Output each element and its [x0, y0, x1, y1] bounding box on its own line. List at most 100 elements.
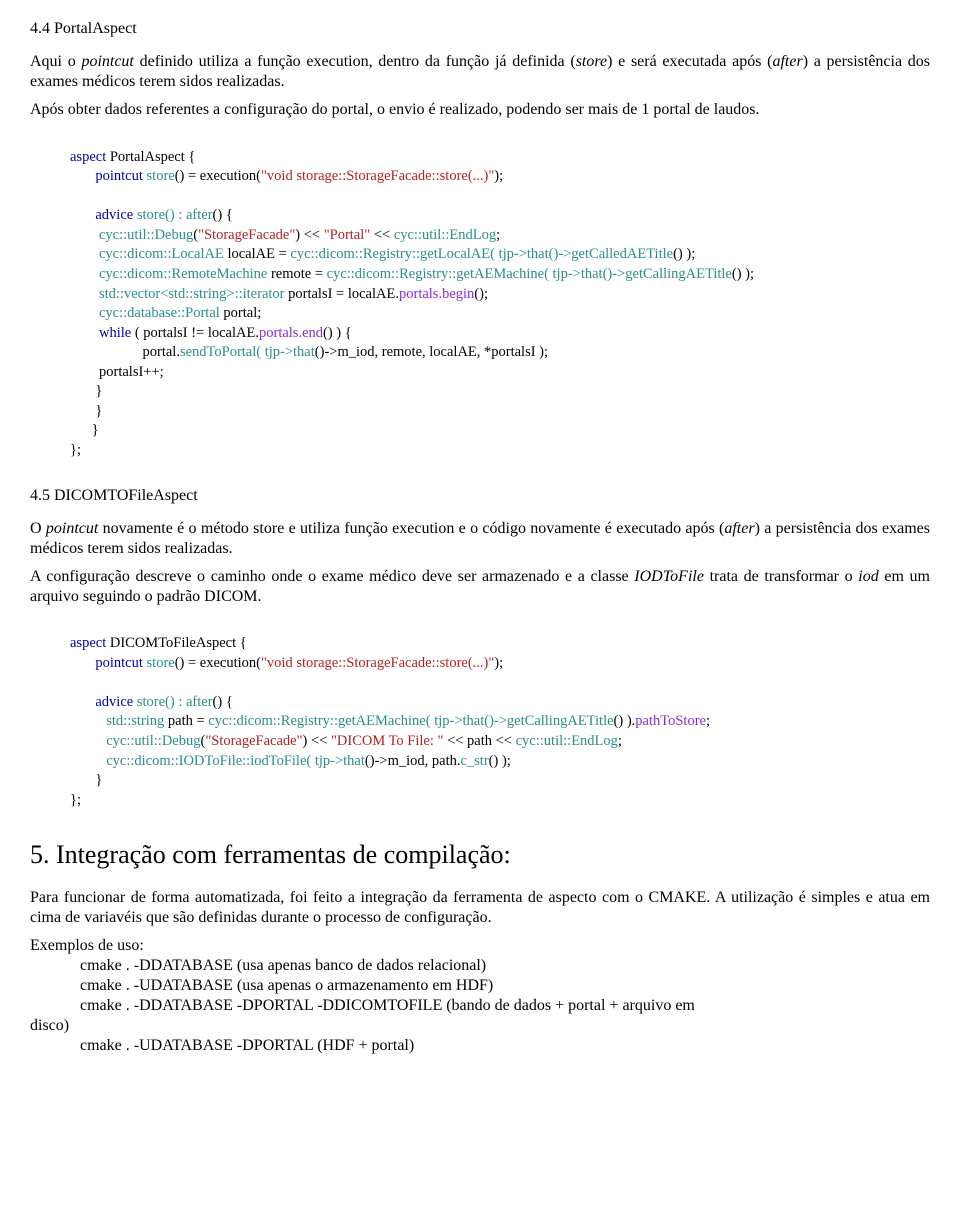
- code-text: portal.: [143, 344, 180, 360]
- section-4-5-heading: 4.5 DICOMTOFileAspect: [30, 487, 930, 505]
- code-text: ();: [474, 286, 488, 302]
- code-string: "StorageFacade": [205, 733, 302, 749]
- examples-block: cmake . -DDATABASE (usa apenas banco de …: [30, 956, 930, 1056]
- text: definido utiliza a função execution, den…: [134, 53, 576, 70]
- code-class: cyc::dicom::LocalAE: [99, 246, 224, 262]
- code-text: ;: [496, 227, 500, 243]
- example-4: cmake . -UDATABASE -DPORTAL (HDF + porta…: [30, 1036, 930, 1056]
- code-keyword: pointcut: [95, 168, 143, 184]
- text: novamente é o método store e utiliza fun…: [98, 520, 724, 537]
- code-text: ( portalsI != localAE.: [131, 325, 259, 341]
- code-text: PortalAspect {: [106, 149, 195, 165]
- text: O: [30, 520, 46, 537]
- code-text: );: [494, 655, 503, 671]
- code-text: () ) {: [323, 325, 352, 341]
- code-text: <<: [370, 227, 394, 243]
- code-text: remote =: [267, 266, 326, 282]
- code-string: "void storage::StorageFacade::store(...)…: [261, 168, 494, 184]
- code-text: () );: [732, 266, 754, 282]
- code-fn: c_str: [460, 753, 488, 769]
- code-text: ) <<: [303, 733, 331, 749]
- code-fn: store: [143, 168, 175, 184]
- code-class: cyc::dicom::IODToFile::iodToFile: [106, 753, 306, 769]
- text-italic: pointcut: [81, 53, 133, 70]
- code-keyword: aspect: [70, 635, 106, 651]
- example-2: cmake . -UDATABASE (usa apenas o armazen…: [30, 976, 930, 996]
- code-fn: store: [133, 694, 165, 710]
- code-string: "Portal": [324, 227, 370, 243]
- section-4-4-heading: 4.4 PortalAspect: [30, 20, 930, 38]
- code-class: cyc::util::Debug: [106, 733, 200, 749]
- code-fn: () : after: [165, 207, 213, 223]
- code-text: path =: [164, 713, 208, 729]
- code-fn: ()->getCallingAETitle: [484, 713, 613, 729]
- code-class: cyc::dicom::RemoteMachine: [99, 266, 267, 282]
- code-text: () = execution(: [175, 655, 261, 671]
- code-fn: ( tjp->that: [426, 713, 485, 729]
- code-keyword: pointcut: [95, 655, 143, 671]
- code-class: cyc::util::EndLog: [394, 227, 496, 243]
- code-class: cyc::util::Debug: [99, 227, 193, 243]
- code-fn: ()->getCallingAETitle: [603, 266, 732, 282]
- code-string: "DICOM To File: ": [331, 733, 443, 749]
- code-string: "void storage::StorageFacade::store(...)…: [261, 655, 494, 671]
- text: ) e será executada após (: [607, 53, 772, 70]
- code-class: cyc::util::EndLog: [516, 733, 618, 749]
- code-class: cyc::database::Portal: [99, 305, 220, 321]
- code-text: };: [70, 792, 81, 808]
- code-member: portals.end: [259, 325, 323, 341]
- code-fn: ( tjp->that: [544, 266, 603, 282]
- code-class: std::vector<std::string>::iterator: [99, 286, 285, 302]
- code-text: portalsI++;: [99, 364, 164, 380]
- code-text: portal;: [220, 305, 261, 321]
- code-text: }: [92, 422, 99, 438]
- text-italic: iod: [858, 568, 878, 585]
- code-text: () );: [673, 246, 695, 262]
- examples-label: Exemplos de uso:: [30, 936, 930, 956]
- code-text: () );: [489, 753, 511, 769]
- code-fn: ()->getCalledAETitle: [549, 246, 673, 262]
- section-4-4-para1: Aqui o pointcut definido utiliza a funçã…: [30, 52, 930, 92]
- section-4-5-para1: O pointcut novamente é o método store e …: [30, 519, 930, 559]
- text: Aqui o: [30, 53, 81, 70]
- text-italic: IODToFile: [634, 568, 704, 585]
- code-text: );: [494, 168, 503, 184]
- code-keyword: advice: [95, 207, 133, 223]
- code-member: portals.begin: [399, 286, 474, 302]
- text: trata de transformar o: [704, 568, 858, 585]
- section-4-5-para2: A configuração descreve o caminho onde o…: [30, 567, 930, 607]
- code-text: };: [70, 442, 81, 458]
- code-fn: ( tjp->that: [306, 753, 365, 769]
- code-text: DICOMToFileAspect {: [106, 635, 246, 651]
- code-fn: store: [143, 655, 175, 671]
- code-class: cyc::dicom::Registry::getLocalAE: [290, 246, 490, 262]
- text-italic: after: [772, 53, 802, 70]
- text-italic: after: [724, 520, 754, 537]
- code-member: pathToStore: [635, 713, 706, 729]
- text-italic: pointcut: [46, 520, 98, 537]
- code-text: () {: [213, 207, 233, 223]
- code-text: }: [95, 772, 102, 788]
- code-dicom-aspect: aspect DICOMToFileAspect { pointcut stor…: [70, 615, 930, 811]
- example-1: cmake . -DDATABASE (usa apenas banco de …: [30, 956, 930, 976]
- code-portal-aspect: aspect PortalAspect { pointcut store() =…: [70, 128, 930, 461]
- code-class: cyc::dicom::Registry::getAEMachine: [327, 266, 544, 282]
- code-fn: sendToPortal: [180, 344, 256, 360]
- code-text: }: [95, 383, 102, 399]
- code-string: "StorageFacade": [198, 227, 295, 243]
- code-text: () ).: [614, 713, 636, 729]
- code-fn: ( tjp->that: [256, 344, 315, 360]
- code-text: ()->m_iod, path.: [365, 753, 461, 769]
- code-class: std::string: [106, 713, 164, 729]
- example-3b: disco): [30, 1016, 930, 1036]
- code-text: () = execution(: [175, 168, 261, 184]
- code-keyword: advice: [95, 694, 133, 710]
- code-fn: store: [133, 207, 165, 223]
- code-text: << path <<: [443, 733, 515, 749]
- code-text: ()->m_iod, remote, localAE, *portalsI );: [315, 344, 548, 360]
- code-class: cyc::dicom::Registry::getAEMachine: [208, 713, 425, 729]
- code-text: portalsI = localAE.: [285, 286, 399, 302]
- code-keyword: while: [99, 325, 131, 341]
- code-keyword: aspect: [70, 149, 106, 165]
- code-fn: ( tjp->that: [490, 246, 549, 262]
